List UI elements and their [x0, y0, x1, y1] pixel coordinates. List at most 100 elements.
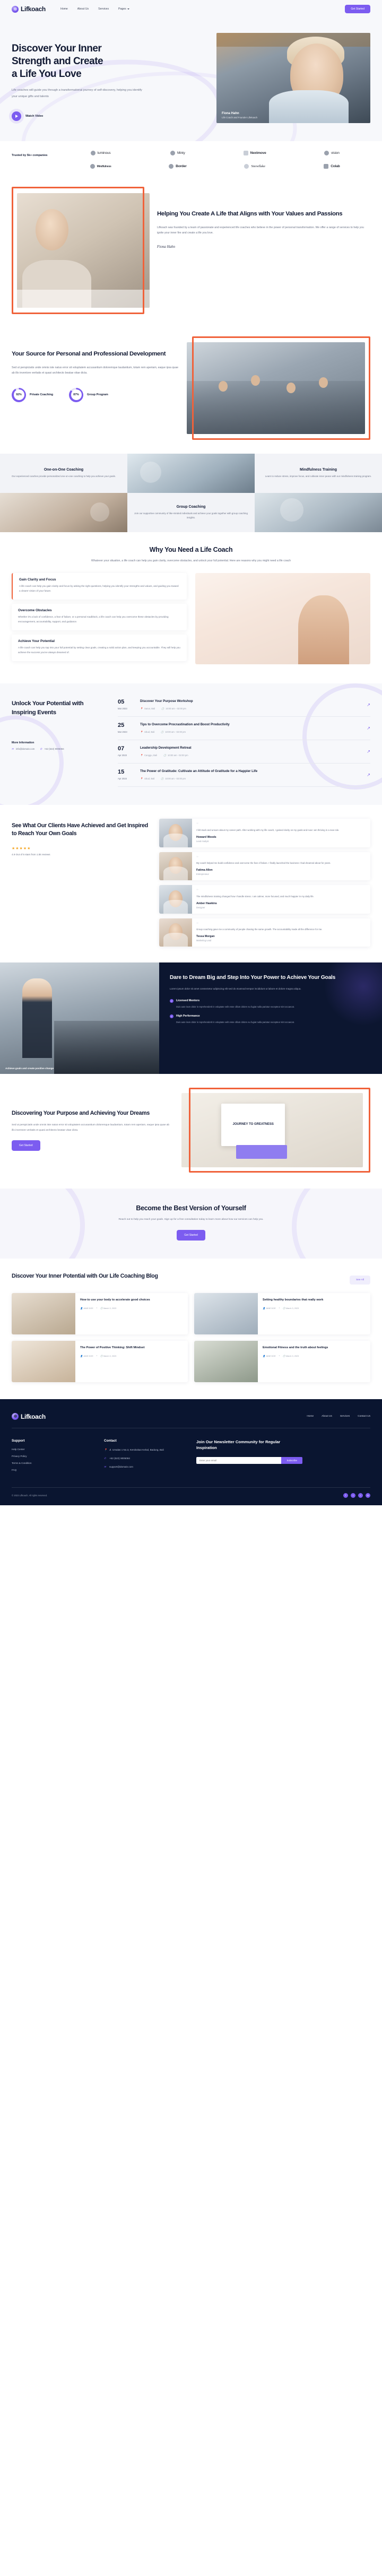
blog-post[interactable]: Emotional Fitness and the truth about fe…	[194, 1340, 370, 1382]
footer-nav-services[interactable]: Services	[340, 1415, 350, 1418]
mindfulness-icon	[90, 164, 95, 169]
star-rating-icon: ★★★★★	[12, 847, 31, 851]
service-card-mindfulness[interactable]: Mindfulness Training Learn to reduce str…	[255, 454, 382, 493]
feature-licensed-mentors: ✓ Licensed Mentors Duis aute irure dolor…	[170, 999, 371, 1009]
arrow-up-right-icon[interactable]: ↗	[367, 749, 370, 754]
discover-cta-button[interactable]: Get Started	[12, 1140, 40, 1151]
rating-text: 4.9 Out of 5 stars from 1.5k reviews	[12, 853, 50, 856]
brand-logo-nextmove: Nextmove	[216, 151, 293, 155]
watch-video-button[interactable]: Watch Video	[12, 111, 171, 122]
support-link-faq[interactable]: FAQ	[12, 1469, 91, 1471]
luminous-icon	[90, 151, 96, 155]
linkedin-icon[interactable]: in	[366, 1493, 370, 1498]
why-item-clarity[interactable]: Gain Clarity and Focus A life coach can …	[12, 573, 187, 600]
event-title: Discover Your Purpose Workshop	[140, 699, 193, 704]
hero-photo: Fiona Hahn Life Coach and Founder Lifeko…	[216, 33, 370, 123]
mail-icon: ✉	[12, 748, 14, 751]
discover-title: Discovering Your Purpose and Achieving Y…	[12, 1110, 150, 1117]
brand-logo-luminous: luminous	[62, 151, 139, 155]
service-card-one-on-one[interactable]: One-on-One Coaching Our experienced coac…	[0, 454, 127, 493]
testimonial-card: ” I felt stuck and unsure about my caree…	[159, 819, 370, 847]
post-author: 👤 JANE DOE	[80, 1307, 93, 1309]
newsletter-email-input[interactable]	[196, 1456, 282, 1464]
discover-section: Discovering Your Purpose and Achieving Y…	[0, 1074, 382, 1189]
newsletter-subscribe-button[interactable]: Subscribe	[281, 1456, 302, 1464]
footer-nav-home[interactable]: Home	[307, 1415, 314, 1418]
footer-logo-icon	[12, 1413, 19, 1420]
arrow-up-right-icon[interactable]: ↗	[367, 726, 370, 731]
top-navigation: Lifkoach Home About Us Services Pages Ge…	[0, 0, 382, 18]
event-row[interactable]: 15 Apr 2023 The Power of Gratitude: Culti…	[118, 764, 370, 787]
why-item-potential[interactable]: Achieve Your Potential A life coach can …	[12, 635, 187, 662]
blog-title: Discover Your Inner Potential with Our L…	[12, 1272, 158, 1279]
clock-icon: 🕐	[161, 707, 164, 710]
post-date: 🕐 March 3, 2023	[283, 1355, 299, 1357]
event-row[interactable]: 07 Apr 2023 Leadership Development Retrea…	[118, 740, 370, 764]
user-icon: 👤	[80, 1355, 83, 1357]
nav-item-about[interactable]: About Us	[77, 7, 89, 11]
testimonial-name: Howard Woods	[196, 835, 216, 839]
user-icon: 👤	[263, 1355, 265, 1357]
twitter-icon[interactable]: t	[351, 1493, 355, 1498]
arrow-up-right-icon[interactable]: ↗	[367, 773, 370, 777]
location-icon: 📍	[104, 1448, 107, 1451]
blog-post[interactable]: Setting healthy boundaries that really w…	[194, 1293, 370, 1334]
nav-item-services[interactable]: Services	[98, 7, 109, 11]
why-item-obstacles[interactable]: Overcome Obstacles Whether it's a lack o…	[12, 604, 187, 631]
footer-email[interactable]: ✉ support@domain.com	[104, 1465, 184, 1469]
services-grid: One-on-One Coaching Our experienced coac…	[0, 454, 382, 532]
dare-subtitle: Lorem ipsum dolor sit amet consectetur a…	[170, 987, 301, 990]
instagram-icon[interactable]: i	[358, 1493, 363, 1498]
footer-phone[interactable]: ✆ +62 (522) 9005084	[104, 1456, 184, 1461]
footer-contact-column: Contact 📍 Jl. Umalas 1 No.3, Kerobokan Ke…	[104, 1439, 184, 1476]
events-title: Unlock Your Potential with Inspiring Eve…	[12, 700, 84, 716]
post-author: 👤 JANE DOE	[80, 1355, 93, 1357]
about-section: Helping You Create A Life that Aligns wi…	[0, 179, 382, 328]
stat-private-coaching: 92% Private Coaching	[12, 387, 54, 402]
event-row[interactable]: 25 Mar 2023 Tips to Overcome Procrastinat…	[118, 717, 370, 741]
support-link-privacy[interactable]: Privacy Policy	[12, 1455, 91, 1458]
stats-row: 92% Private Coaching 87% Group Program	[12, 387, 181, 402]
contact-phone[interactable]: ✆ +62 (522) 9005084	[40, 748, 64, 750]
post-date: 🕐 March 3, 2023	[100, 1307, 117, 1309]
event-day: 07	[118, 745, 125, 752]
decorative-swirl-5	[0, 1189, 85, 1259]
blog-post[interactable]: How to use your body to accelerate good …	[12, 1293, 188, 1334]
hero-title-line3: a Life You Love	[12, 68, 82, 80]
source-title: Your Source for Personal and Professiona…	[12, 351, 166, 357]
events-list: 05 Mar 2023 Discover Your Purpose Worksho…	[118, 699, 370, 787]
hero-title-line1: Discover Your Inner	[12, 43, 102, 54]
event-place: 📍 Ubud, Bali	[140, 731, 155, 734]
contact-email[interactable]: ✉ info@domain.com	[12, 748, 34, 750]
see-all-button[interactable]: See All	[350, 1275, 370, 1285]
get-started-button[interactable]: Get Started	[345, 5, 370, 13]
footer-nav-about[interactable]: About Us	[322, 1415, 332, 1418]
post-date: 🕐 March 3, 2023	[283, 1307, 299, 1309]
support-link-terms[interactable]: Terms & Condition	[12, 1462, 91, 1464]
nav-item-home[interactable]: Home	[60, 7, 68, 11]
support-link-help[interactable]: Help Center	[12, 1448, 91, 1451]
blog-post[interactable]: The Power of Positive Thinking: Shift Mi…	[12, 1340, 188, 1382]
footer-brand[interactable]: Lifkoach	[12, 1413, 46, 1420]
feature-title: Licensed Mentors	[176, 999, 200, 1003]
best-cta-button[interactable]: Get Started	[177, 1229, 205, 1241]
nav-item-pages[interactable]: Pages	[118, 7, 129, 11]
event-time: 🕐 10:00 am - 02:00 pm	[161, 707, 186, 710]
testimonial-quote: Group coaching gave me a community of pe…	[196, 928, 323, 931]
stat-group-program: 87% Group Program	[69, 387, 111, 402]
event-month: Mar 2023	[118, 731, 127, 734]
arrow-up-right-icon[interactable]: ↗	[367, 702, 370, 707]
dare-photo-caption: Achieve goals and create positive change	[5, 1067, 54, 1070]
event-row[interactable]: 05 Mar 2023 Discover Your Purpose Worksho…	[118, 699, 370, 717]
why-item-desc: A life coach can help you gain clarity a…	[19, 585, 179, 593]
events-section: Unlock Your Potential with Inspiring Eve…	[0, 683, 382, 805]
nav-links: Home About Us Services Pages	[60, 7, 129, 11]
brand-logo[interactable]: Lifkoach	[12, 5, 46, 13]
service-card-group[interactable]: Group Coaching Join our supportive commu…	[127, 493, 255, 532]
post-thumbnail	[194, 1340, 258, 1382]
facebook-icon[interactable]: f	[343, 1493, 348, 1498]
service-title: Mindfulness Training	[299, 467, 337, 472]
logo-icon	[12, 5, 19, 13]
footer-nav-contact[interactable]: Contact Us	[358, 1415, 370, 1418]
event-day: 05	[118, 699, 125, 706]
